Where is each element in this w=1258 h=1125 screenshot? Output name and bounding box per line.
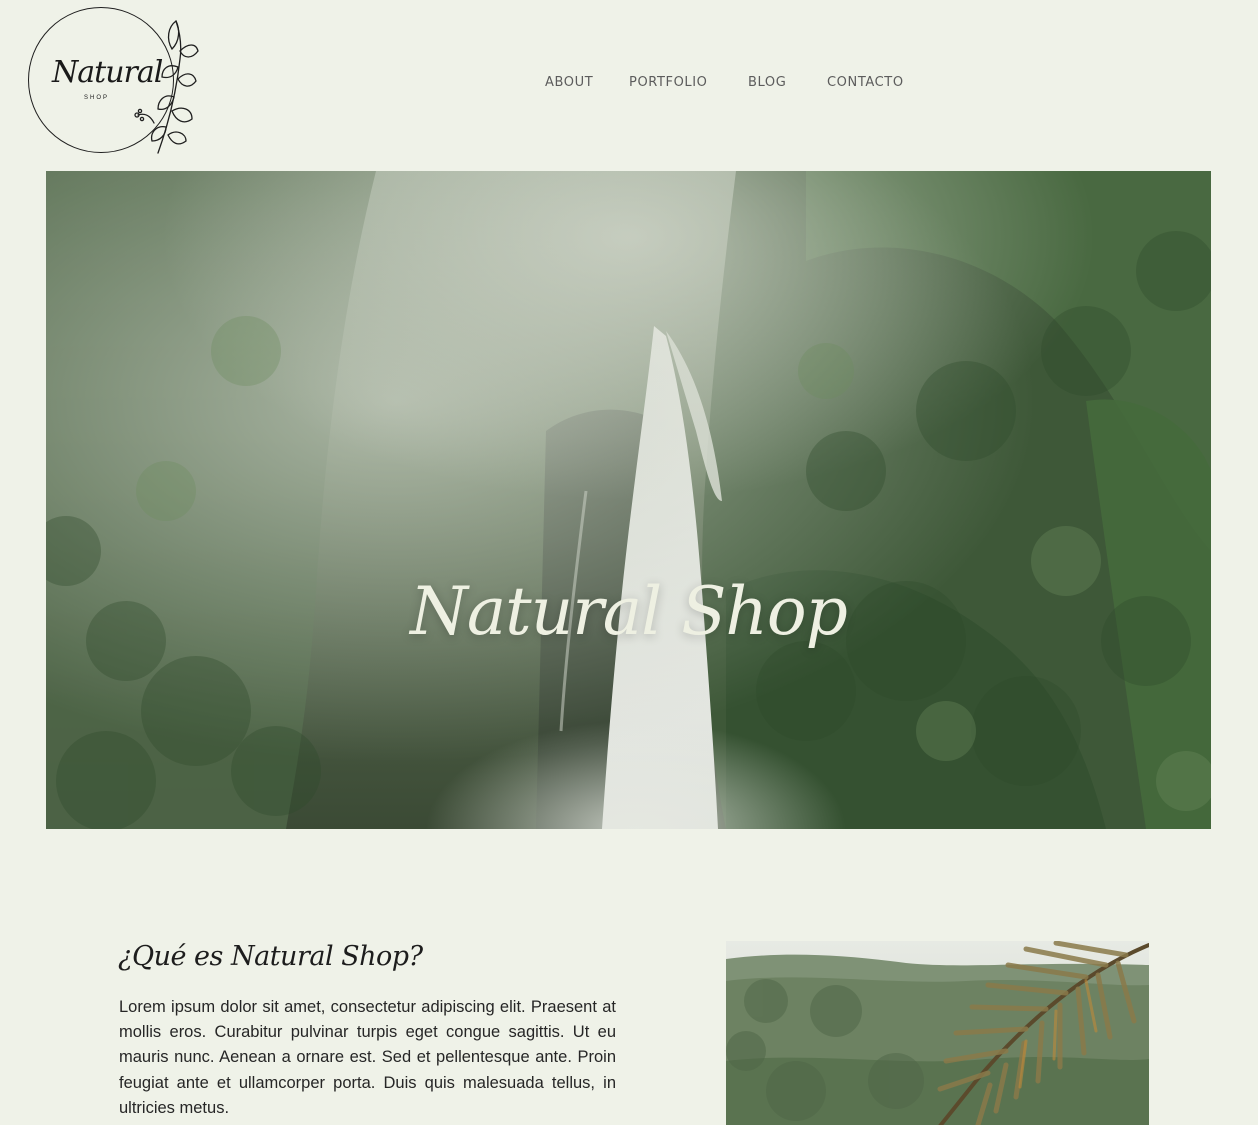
about-paragraph: Lorem ipsum dolor sit amet, consectetur … — [119, 998, 616, 1117]
nav-link-portfolio[interactable]: PORTFOLIO — [629, 75, 708, 90]
logo-subtitle: SHOP — [84, 95, 110, 101]
about-palm-image — [726, 941, 1149, 1125]
palm-photo — [726, 941, 1149, 1125]
nav-link-about[interactable]: ABOUT — [545, 75, 593, 90]
nav-link-blog[interactable]: BLOG — [748, 75, 786, 90]
hero-waterfall-image — [46, 171, 1211, 829]
about-heading: ¿Qué es Natural Shop? — [118, 941, 423, 972]
main-navigation: ABOUT PORTFOLIO BLOG CONTACTO — [0, 75, 1258, 95]
hero-banner: Natural Shop — [46, 171, 1211, 829]
nav-link-contacto[interactable]: CONTACTO — [827, 75, 904, 90]
hero-title: Natural Shop — [410, 573, 848, 650]
